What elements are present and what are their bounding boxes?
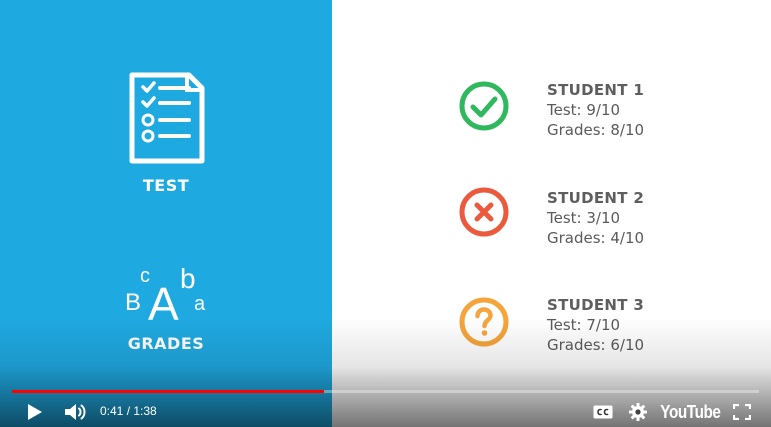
current-time: 0:41 bbox=[100, 404, 124, 418]
youtube-logo-button[interactable]: YouTube bbox=[659, 399, 721, 425]
volume-button[interactable] bbox=[62, 399, 90, 425]
student-name: STUDENT 3 bbox=[547, 296, 645, 314]
play-icon bbox=[28, 404, 42, 420]
gear-icon bbox=[629, 403, 647, 421]
progress-played bbox=[12, 390, 325, 393]
student-name: STUDENT 1 bbox=[547, 81, 645, 99]
player-controls: 0:41 / 1:38 YouTube bbox=[0, 396, 771, 427]
question-icon bbox=[459, 297, 509, 347]
grades-letter-b: b bbox=[180, 263, 196, 294]
left-panel: TEST B c A b a GRADES bbox=[0, 0, 332, 427]
fullscreen-icon bbox=[733, 404, 751, 420]
student-test-score: Test: 9/10 bbox=[547, 101, 621, 119]
captions-button[interactable] bbox=[590, 400, 616, 424]
student-test-score: Test: 7/10 bbox=[547, 316, 621, 334]
duration: 1:38 bbox=[133, 404, 157, 418]
grades-letter-B: B bbox=[125, 289, 141, 316]
time-separator: / bbox=[123, 404, 134, 418]
volume-icon bbox=[65, 404, 86, 420]
student-3: STUDENT 3 Test: 7/10 Grades: 6/10 bbox=[547, 295, 644, 355]
grades-letters-icon: B c A b a bbox=[125, 263, 206, 324]
student-grades-score: Grades: 6/10 bbox=[547, 336, 645, 354]
grades-label: GRADES bbox=[127, 334, 205, 353]
x-icon bbox=[459, 187, 509, 237]
youtube-logo-text: YouTube bbox=[659, 401, 721, 422]
settings-button[interactable] bbox=[626, 400, 650, 424]
progress-bar[interactable] bbox=[12, 390, 759, 393]
time-display: 0:41 / 1:38 bbox=[100, 404, 157, 418]
checklist-icon bbox=[129, 72, 205, 164]
test-label: TEST bbox=[142, 176, 190, 195]
grades-letter-A: A bbox=[148, 278, 179, 324]
fullscreen-button[interactable] bbox=[730, 400, 754, 424]
student-2: STUDENT 2 Test: 3/10 Grades: 4/10 bbox=[547, 188, 644, 248]
play-button[interactable] bbox=[22, 399, 48, 425]
video-player[interactable]: TEST B c A b a GRADES STUDENT 1 Test: 9/… bbox=[0, 0, 771, 427]
student-name: STUDENT 2 bbox=[547, 189, 645, 207]
grades-letter-a: a bbox=[194, 293, 206, 315]
student-1: STUDENT 1 Test: 9/10 Grades: 8/10 bbox=[547, 80, 644, 140]
student-test-score: Test: 3/10 bbox=[547, 209, 621, 227]
check-icon bbox=[459, 81, 509, 131]
student-grades-score: Grades: 8/10 bbox=[547, 121, 645, 139]
captions-icon bbox=[593, 405, 613, 419]
student-grades-score: Grades: 4/10 bbox=[547, 229, 645, 247]
